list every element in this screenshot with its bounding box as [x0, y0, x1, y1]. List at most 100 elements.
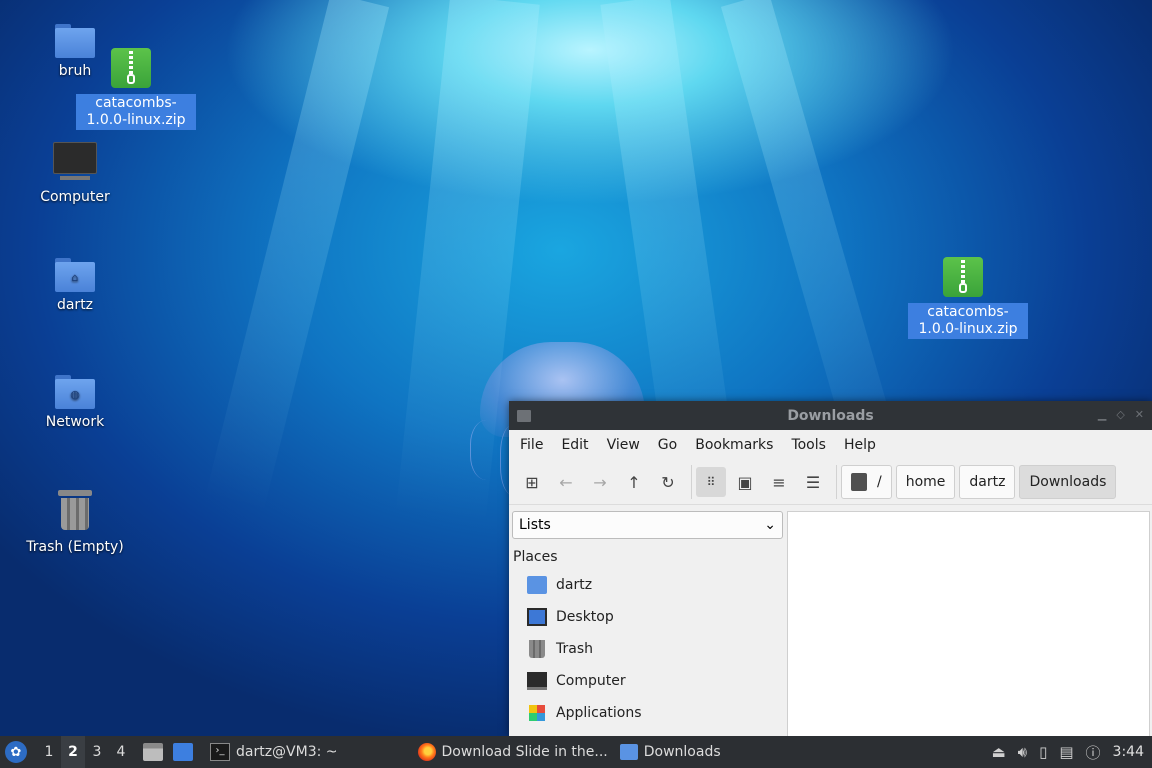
new-tab-icon: ⊞ [525, 472, 539, 492]
desktop-icon-label: catacombs-1.0.0-linux.zip [76, 94, 196, 130]
workspace-2[interactable]: 2 [61, 736, 85, 768]
grid-icon: ⠿ [706, 475, 716, 489]
network-icon[interactable]: ▤ [1059, 743, 1073, 761]
desktop-icon-dartz[interactable]: ⌂ dartz [20, 258, 130, 315]
place-item-dartz[interactable]: dartz [509, 569, 787, 601]
breadcrumb-dartz[interactable]: dartz [959, 465, 1016, 499]
volume-icon[interactable]: 🔊︎ [1018, 743, 1027, 761]
place-item-computer[interactable]: Computer [509, 665, 787, 697]
detailed-view-button[interactable]: ☰ [798, 467, 828, 497]
thumbnail-view-button[interactable]: ▣ [730, 467, 760, 497]
arrow-left-icon: ← [559, 472, 573, 492]
menu-tools[interactable]: Tools [782, 437, 835, 453]
side-pane-selector-value: Lists [519, 517, 551, 533]
start-menu-button[interactable]: ✿ [5, 741, 27, 763]
back-button[interactable]: ← [551, 467, 581, 497]
workspace-1[interactable]: 1 [37, 744, 61, 760]
lubuntu-logo-icon: ✿ [10, 744, 22, 760]
applications-icon [529, 705, 545, 721]
list-icon: ≡ [772, 472, 786, 492]
menu-bookmarks[interactable]: Bookmarks [686, 437, 782, 453]
task-label: Downloads [643, 744, 721, 760]
desktop-icon-label: Network [45, 414, 105, 430]
task-firefox[interactable]: Download Slide in the... [412, 736, 614, 768]
terminal-icon: ›_ [210, 743, 230, 761]
window-titlebar[interactable]: Downloads ▁ ◇ ✕ [509, 401, 1152, 430]
task-label: Download Slide in the... [441, 744, 608, 760]
menu-view[interactable]: View [598, 437, 649, 453]
close-icon[interactable]: ✕ [1135, 408, 1144, 421]
computer-icon [527, 672, 547, 690]
menu-go[interactable]: Go [649, 437, 686, 453]
breadcrumb-downloads[interactable]: Downloads [1019, 465, 1117, 499]
desktop-icon-label: dartz [56, 297, 94, 313]
desktop-icon-label: catacombs-1.0.0-linux.zip [908, 303, 1028, 339]
minimize-icon[interactable]: ▁ [1098, 408, 1106, 421]
reload-icon: ↻ [661, 472, 675, 492]
eject-icon[interactable]: ⏏ [991, 743, 1005, 761]
desktop-icon-label: Trash (Empty) [26, 539, 124, 555]
network-folder-icon: ◍ [55, 375, 95, 409]
window-title: Downloads [787, 407, 874, 424]
light-ray [205, 0, 390, 512]
place-item-applications[interactable]: Applications [509, 697, 787, 729]
breadcrumb-root[interactable]: / [841, 465, 892, 499]
home-folder-icon: ⌂ [55, 258, 95, 292]
desktop-icon-catacombs-zip-dragged[interactable]: catacombs-1.0.0-linux.zip [908, 257, 1028, 339]
up-button[interactable]: ↑ [619, 467, 649, 497]
desktop-icon-network[interactable]: ◍ Network [20, 375, 130, 432]
menu-edit[interactable]: Edit [552, 437, 597, 453]
desktop-icon-trash[interactable]: Trash (Empty) [20, 490, 130, 557]
breadcrumb-home[interactable]: home [895, 465, 956, 499]
show-desktop-icon[interactable] [173, 743, 193, 761]
desktop-icon [527, 608, 547, 626]
arrow-right-icon: → [593, 472, 607, 492]
places-header: Places [513, 549, 558, 565]
forward-button[interactable]: → [585, 467, 615, 497]
firefox-icon [417, 743, 436, 761]
place-item-trash[interactable]: Trash [509, 633, 787, 665]
file-view-pane[interactable] [787, 511, 1150, 738]
hard-drive-icon [851, 473, 867, 491]
icon-view-button[interactable]: ⠿ [696, 467, 726, 497]
menu-bar: File Edit View Go Bookmarks Tools Help [509, 430, 1152, 460]
home-folder-icon [527, 576, 547, 594]
menu-file[interactable]: File [511, 437, 552, 453]
breadcrumb-label: / [877, 474, 882, 490]
file-manager-launcher-icon[interactable] [143, 743, 163, 761]
place-label: dartz [556, 577, 593, 593]
image-icon: ▣ [737, 472, 753, 492]
place-label: Applications [556, 705, 642, 721]
workspace-4[interactable]: 4 [109, 744, 133, 760]
task-terminal[interactable]: ›_ dartz@VM3: ~ [204, 736, 344, 768]
side-pane: Lists ⌄ Places dartz Desktop Trash Compu… [509, 505, 787, 736]
maximize-icon[interactable]: ◇ [1116, 408, 1124, 421]
arrow-up-icon: ↑ [627, 472, 641, 492]
desktop-icon-computer[interactable]: Computer [20, 142, 130, 207]
computer-icon [53, 142, 97, 174]
zip-archive-icon [943, 257, 983, 297]
desktop-icon-catacombs-zip[interactable]: catacombs-1.0.0-linux.zip [76, 48, 196, 130]
side-pane-selector[interactable]: Lists ⌄ [512, 511, 783, 539]
task-downloads[interactable]: Downloads [614, 736, 727, 768]
place-label: Trash [556, 641, 593, 657]
folder-icon [619, 744, 638, 760]
place-label: Desktop [556, 609, 614, 625]
clock[interactable]: 3:44 [1113, 744, 1144, 760]
place-label: Computer [556, 673, 626, 689]
workspace-3[interactable]: 3 [85, 744, 109, 760]
zip-archive-icon [111, 48, 151, 88]
new-tab-button[interactable]: ⊞ [517, 467, 547, 497]
detailed-list-icon: ☰ [805, 472, 821, 492]
menu-help[interactable]: Help [835, 437, 885, 453]
system-tray: ⏏ 🔊︎ ▯ ▤ ⓘ 3:44 [985, 736, 1152, 768]
trash-icon [58, 490, 92, 530]
notification-icon[interactable]: ⓘ [1086, 742, 1101, 763]
clipboard-icon[interactable]: ▯ [1039, 743, 1047, 761]
toolbar: ⊞ ← → ↑ ↻ ⠿ ▣ ≡ ☰ / home dartz Downloads [509, 460, 1152, 505]
place-item-desktop[interactable]: Desktop [509, 601, 787, 633]
reload-button[interactable]: ↻ [653, 467, 683, 497]
task-label: dartz@VM3: ~ [236, 744, 338, 760]
compact-view-button[interactable]: ≡ [764, 467, 794, 497]
chevron-down-icon: ⌄ [764, 517, 776, 533]
